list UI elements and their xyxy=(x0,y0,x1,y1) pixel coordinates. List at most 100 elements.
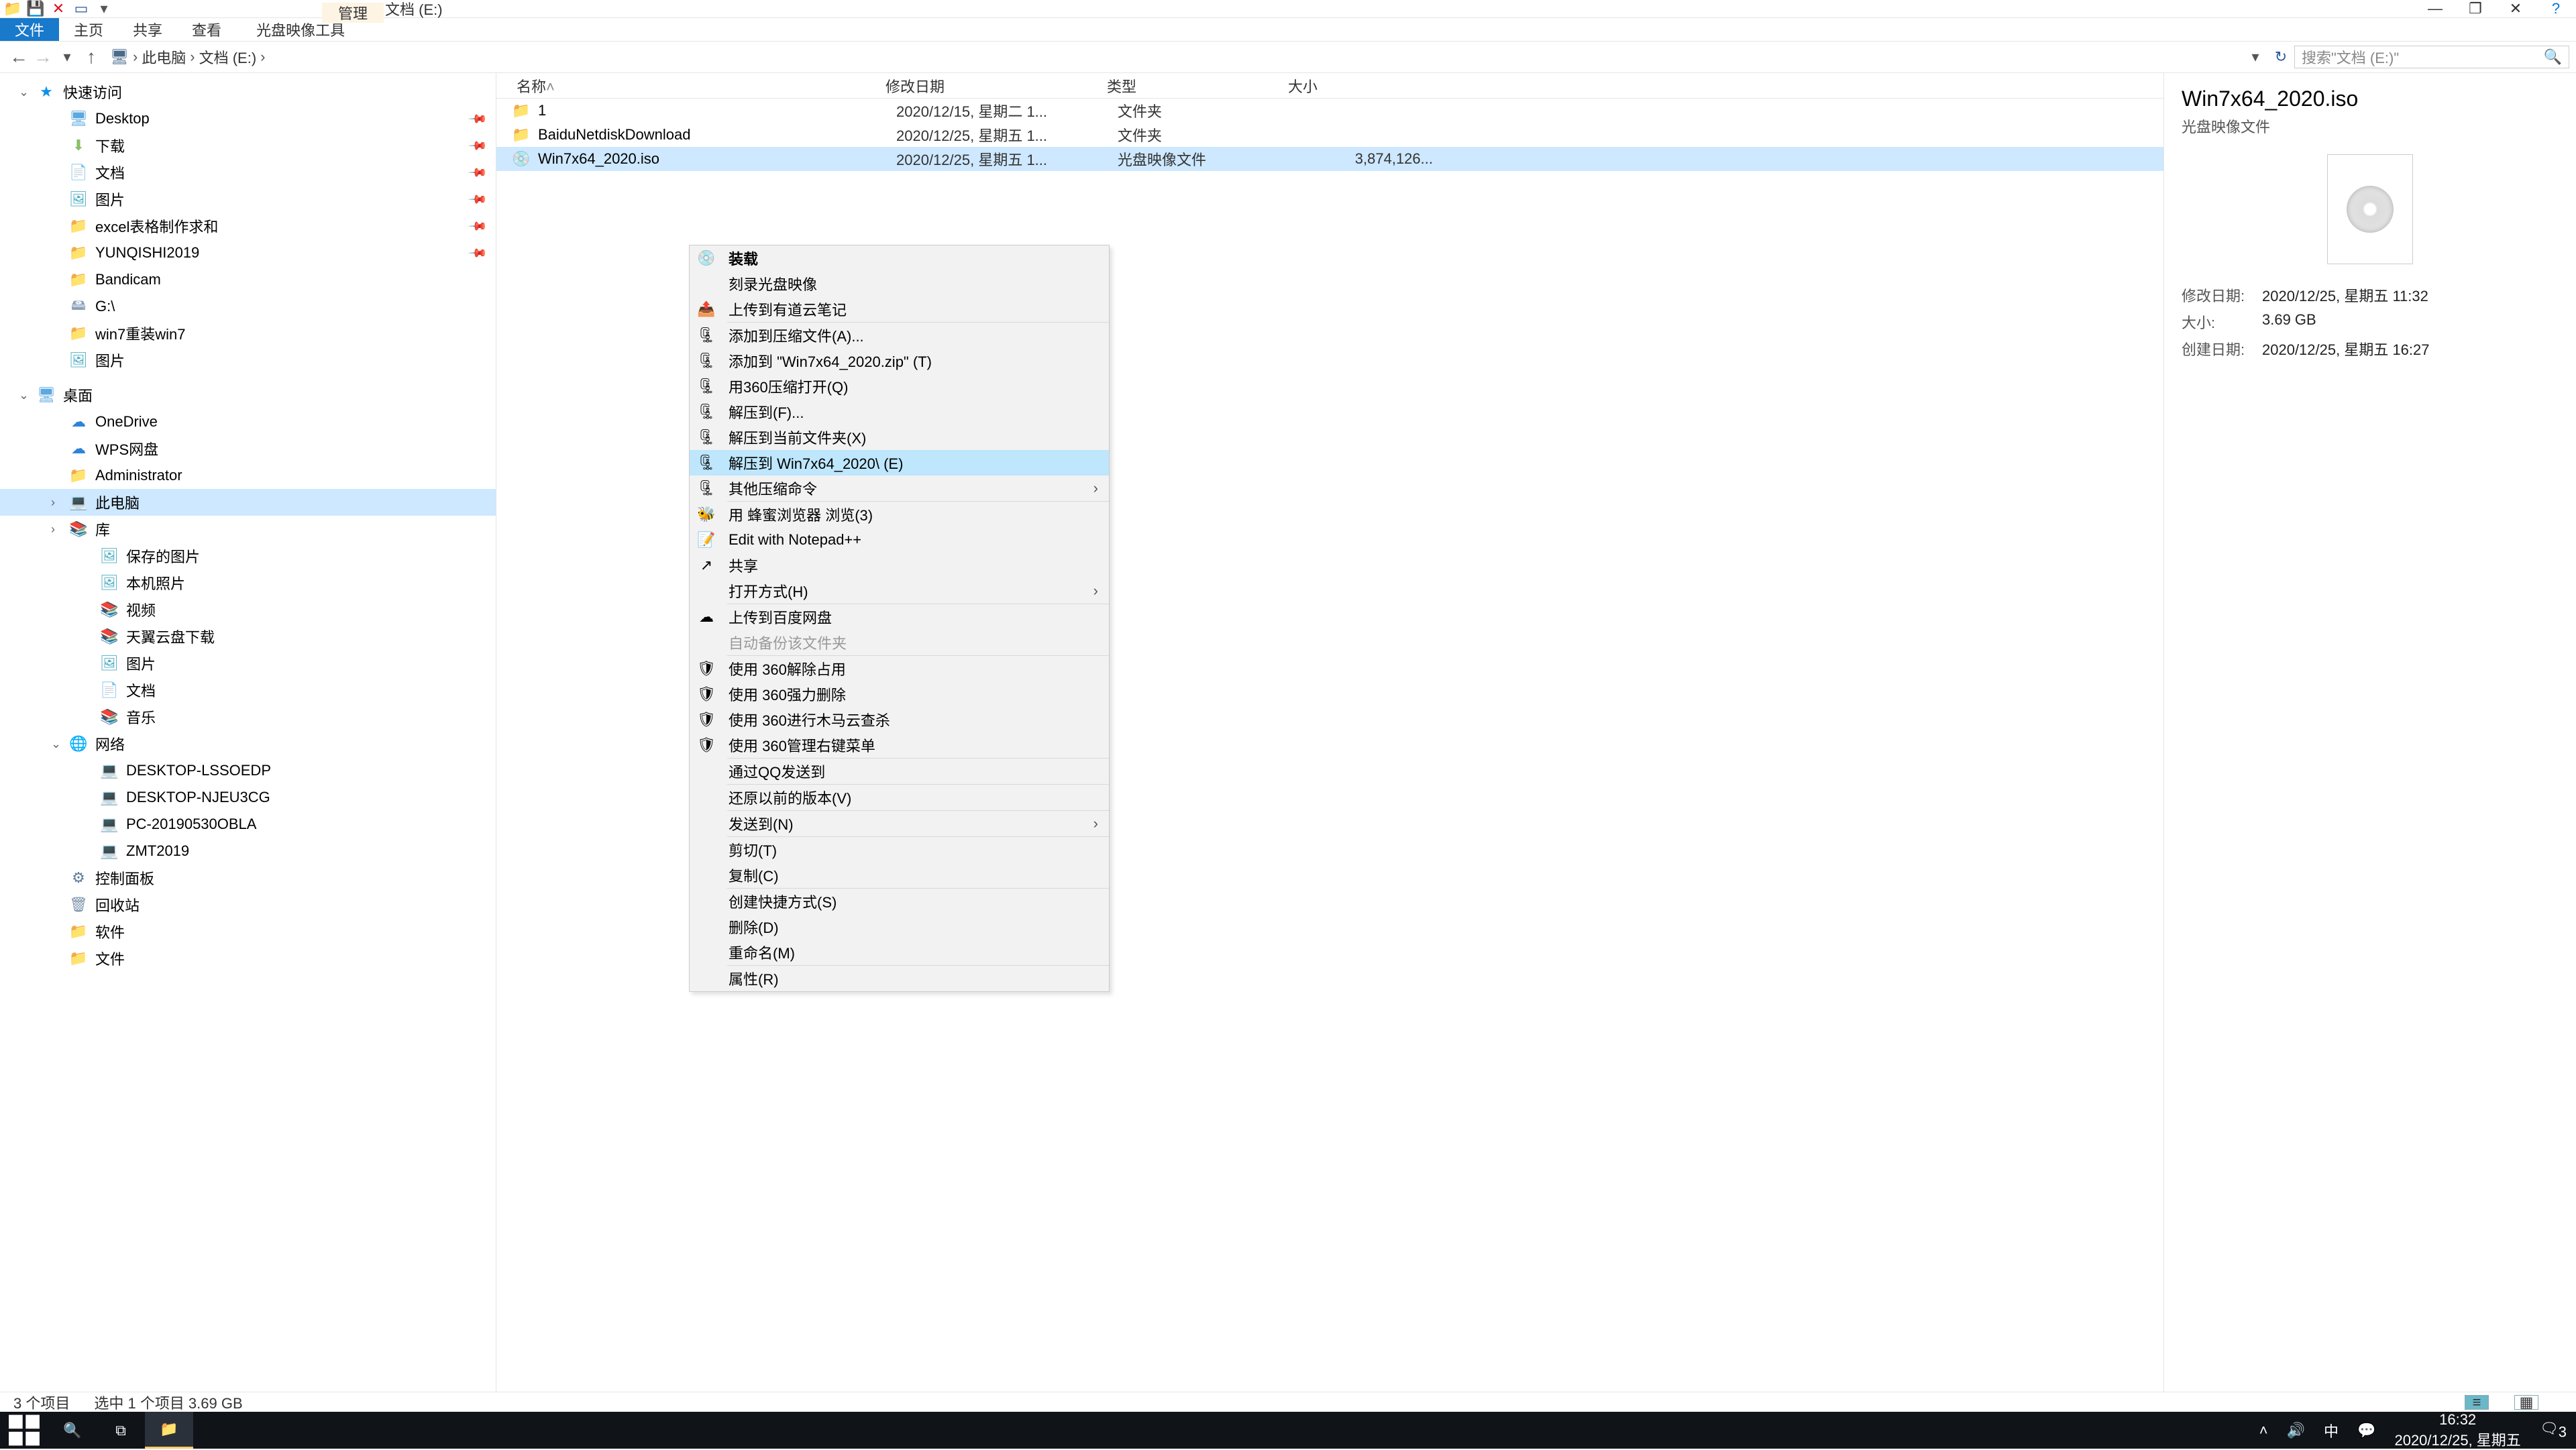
tray-chevron-icon[interactable]: ˄ xyxy=(2259,1422,2268,1439)
sidebar-desktop[interactable]: ⌄ 🖥 桌面 xyxy=(0,382,496,408)
ctx-delete[interactable]: 删除(D) xyxy=(690,914,1109,940)
ctx-extract-named[interactable]: 🗜解压到 Win7x64_2020\ (E) xyxy=(690,450,1109,476)
ctx-cut[interactable]: 剪切(T) xyxy=(690,837,1109,862)
history-dropdown[interactable]: ▾ xyxy=(55,48,79,66)
tab-file[interactable]: 文件 xyxy=(0,18,59,41)
ctx-properties[interactable]: 属性(R) xyxy=(690,966,1109,991)
tab-share[interactable]: 共享 xyxy=(118,18,177,41)
explorer-taskbar-button[interactable]: 📁 xyxy=(145,1412,193,1449)
sidebar-item[interactable]: 💻ZMT2019 xyxy=(0,838,496,865)
close-button[interactable]: ✕ xyxy=(2496,0,2536,18)
table-row[interactable]: 📁12020/12/15, 星期二 1...文件夹 xyxy=(496,99,2163,123)
maximize-button[interactable]: ❐ xyxy=(2455,0,2496,18)
ctx-mount[interactable]: 💿装载 xyxy=(690,245,1109,271)
sidebar-item[interactable]: 📄文档 xyxy=(0,677,496,704)
ctx-open-with[interactable]: 打开方式(H)› xyxy=(690,578,1109,604)
crumb-pc[interactable]: 此电脑 xyxy=(142,46,186,68)
contextual-tab-manage[interactable]: 管理 xyxy=(322,3,384,23)
ctx-open-360[interactable]: 🗜用360压缩打开(Q) xyxy=(690,374,1109,399)
sidebar-item[interactable]: 📁软件 xyxy=(0,918,496,945)
col-date[interactable]: 修改日期 xyxy=(885,75,1107,97)
ctx-add-zip[interactable]: 🗜添加到 "Win7x64_2020.zip" (T) xyxy=(690,348,1109,374)
ctx-rename[interactable]: 重命名(M) xyxy=(690,940,1109,965)
volume-icon[interactable]: 🔊 xyxy=(2287,1422,2305,1439)
sidebar-item[interactable]: ⌄🌐网络 xyxy=(0,730,496,757)
sidebar-item[interactable]: ›💻此电脑 xyxy=(0,489,496,516)
notification-icon[interactable]: 💬 xyxy=(2357,1422,2375,1439)
ctx-restore[interactable]: 还原以前的版本(V) xyxy=(690,785,1109,810)
sidebar-item[interactable]: ☁WPS网盘 xyxy=(0,435,496,462)
ctx-notepadpp[interactable]: 📝Edit with Notepad++ xyxy=(690,527,1109,553)
ctx-360-trojan[interactable]: 🛡使用 360进行木马云查杀 xyxy=(690,707,1109,732)
sidebar-item[interactable]: 📄文档📌 xyxy=(0,159,496,186)
sidebar-item[interactable]: ⬇下载📌 xyxy=(0,132,496,159)
sidebar-item[interactable]: ⚙控制面板 xyxy=(0,865,496,891)
taskbar-clock[interactable]: 16:32 2020/12/25, 星期五 xyxy=(2394,1411,2520,1450)
col-size[interactable]: 大小 xyxy=(1288,75,1422,97)
sidebar-quick-access[interactable]: ⌄ ★ 快速访问 xyxy=(0,78,496,105)
details-view-button[interactable]: ≡ xyxy=(2465,1395,2489,1410)
minimize-button[interactable]: — xyxy=(2415,0,2455,18)
ime-indicator[interactable]: 中 xyxy=(2324,1420,2339,1441)
sidebar-item[interactable]: ›📚库 xyxy=(0,516,496,543)
sidebar-item[interactable]: 💻DESKTOP-LSSOEDP xyxy=(0,757,496,784)
ctx-sendto[interactable]: 发送到(N)› xyxy=(690,811,1109,836)
search-input[interactable]: 搜索"文档 (E:)" 🔍 xyxy=(2294,46,2569,68)
sidebar-item[interactable]: 📚视频 xyxy=(0,596,496,623)
up-button[interactable]: ↑ xyxy=(79,46,103,68)
back-button[interactable]: ← xyxy=(7,46,31,68)
sidebar-item[interactable]: 🖼图片 xyxy=(0,347,496,374)
ctx-360-force[interactable]: 🛡使用 360强力删除 xyxy=(690,681,1109,707)
start-button[interactable] xyxy=(0,1412,48,1449)
sidebar-item[interactable]: 📁YUNQISHI2019📌 xyxy=(0,239,496,266)
ctx-burn[interactable]: 刻录光盘映像 xyxy=(690,271,1109,296)
sidebar-item[interactable]: 🖼本机照片 xyxy=(0,569,496,596)
crumb-drive[interactable]: 文档 (E:) xyxy=(199,46,257,68)
sidebar-item[interactable]: 🖴G:\ xyxy=(0,293,496,320)
sidebar-item[interactable]: 📁Administrator xyxy=(0,462,496,489)
ctx-baidu[interactable]: ☁上传到百度网盘 xyxy=(690,604,1109,630)
refresh-button[interactable]: ↻ xyxy=(2267,48,2294,66)
sidebar-item[interactable]: 📚音乐 xyxy=(0,704,496,730)
sidebar-item[interactable]: 🖼保存的图片 xyxy=(0,543,496,569)
ctx-360-unlock[interactable]: 🛡使用 360解除占用 xyxy=(690,656,1109,681)
folder-icon[interactable]: 📁 xyxy=(3,1,23,16)
ctx-360-menu[interactable]: 🛡使用 360管理右键菜单 xyxy=(690,732,1109,758)
action-center-icon[interactable]: 🗨3 xyxy=(2540,1420,2567,1441)
ctx-qq[interactable]: 通过QQ发送到 xyxy=(690,759,1109,784)
sidebar-item[interactable]: 🖼图片📌 xyxy=(0,186,496,213)
sidebar-item[interactable]: 📚天翼云盘下载 xyxy=(0,623,496,650)
icons-view-button[interactable]: ▦ xyxy=(2514,1395,2538,1410)
col-name[interactable]: 名称˄ xyxy=(496,75,885,97)
ctx-other-compress[interactable]: 🗜其他压缩命令› xyxy=(690,476,1109,501)
qat-save-icon[interactable]: 💾 xyxy=(25,1,46,16)
tab-view[interactable]: 查看 xyxy=(177,18,236,41)
sidebar-item[interactable]: 💻DESKTOP-NJEU3CG xyxy=(0,784,496,811)
col-type[interactable]: 类型 xyxy=(1107,75,1288,97)
table-row[interactable]: 📁BaiduNetdiskDownload2020/12/25, 星期五 1..… xyxy=(496,123,2163,147)
ctx-extract-to[interactable]: 🗜解压到(F)... xyxy=(690,399,1109,425)
task-view-button[interactable]: ⧉ xyxy=(97,1412,145,1449)
search-button[interactable]: 🔍 xyxy=(48,1412,97,1449)
sidebar-item[interactable]: 📁文件 xyxy=(0,945,496,972)
forward-button[interactable]: → xyxy=(31,46,55,68)
qat-dropdown-icon[interactable]: ▾ xyxy=(94,1,114,16)
sidebar-item[interactable]: 💻PC-20190530OBLA xyxy=(0,811,496,838)
ctx-extract-here[interactable]: 🗜解压到当前文件夹(X) xyxy=(690,425,1109,450)
sidebar-item[interactable]: 🖼图片 xyxy=(0,650,496,677)
sidebar-item[interactable]: 📁Bandicam xyxy=(0,266,496,293)
ctx-copy[interactable]: 复制(C) xyxy=(690,862,1109,888)
ctx-youdao[interactable]: 📤上传到有道云笔记 xyxy=(690,296,1109,322)
qat-close-icon[interactable]: ✕ xyxy=(48,1,68,16)
breadcrumb[interactable]: 🖥 › 此电脑 › 文档 (E:) › xyxy=(103,46,2243,68)
tab-home[interactable]: 主页 xyxy=(59,18,118,41)
help-button[interactable]: ? xyxy=(2536,0,2576,18)
qat-props-icon[interactable]: ▭ xyxy=(71,1,91,16)
address-dropdown[interactable]: ▾ xyxy=(2243,48,2267,66)
sidebar-item[interactable]: ☁OneDrive xyxy=(0,408,496,435)
sidebar-item[interactable]: 🖥Desktop📌 xyxy=(0,105,496,132)
sidebar-item[interactable]: 🗑回收站 xyxy=(0,891,496,918)
sidebar-item[interactable]: 📁excel表格制作求和📌 xyxy=(0,213,496,239)
ctx-bee[interactable]: 🐝用 蜂蜜浏览器 浏览(3) xyxy=(690,502,1109,527)
ctx-share[interactable]: ↗共享 xyxy=(690,553,1109,578)
